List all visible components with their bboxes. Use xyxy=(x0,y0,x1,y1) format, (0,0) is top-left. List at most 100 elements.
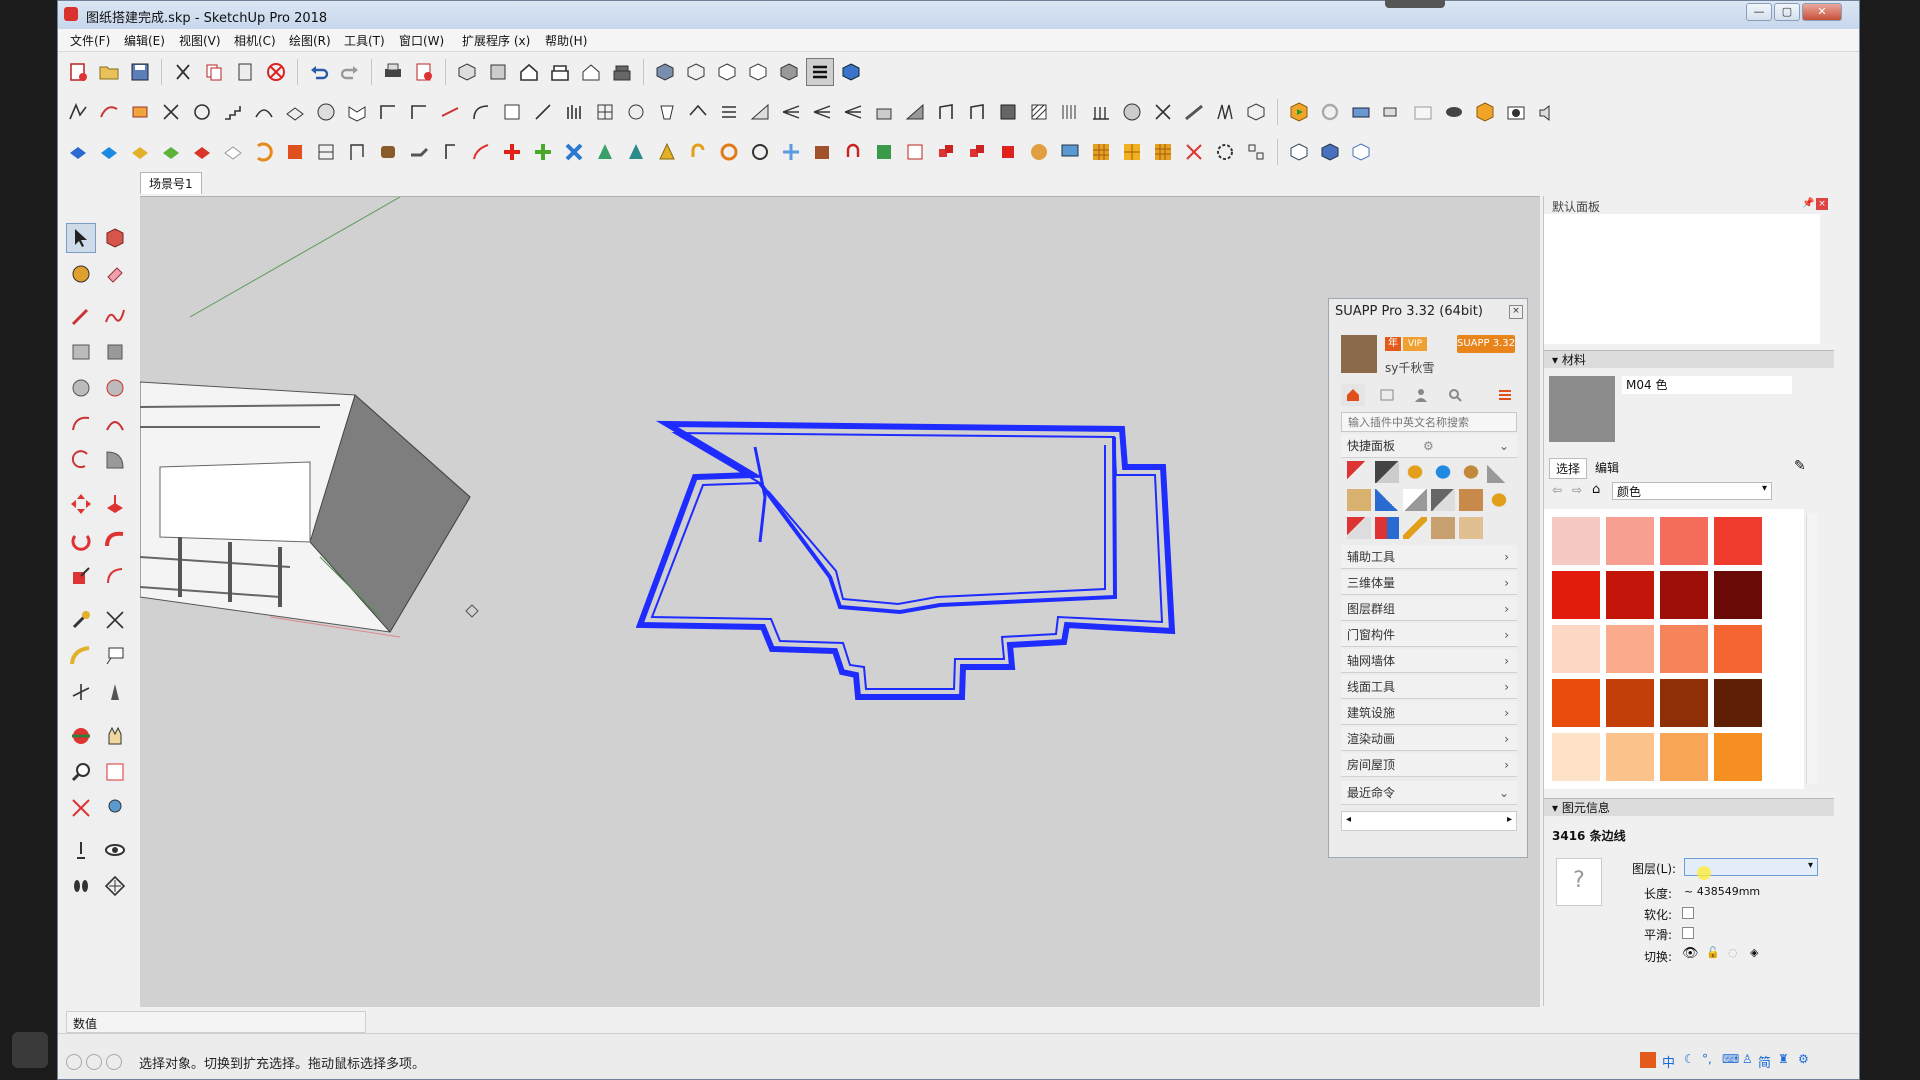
back-view-icon[interactable] xyxy=(577,58,605,86)
line-tool-icon[interactable] xyxy=(374,98,402,126)
sound-icon[interactable] xyxy=(1533,98,1561,126)
paste-icon[interactable] xyxy=(231,58,259,86)
lines-icon[interactable] xyxy=(1056,98,1084,126)
swatch-8[interactable] xyxy=(1552,625,1600,673)
suapp-menu-layer-group[interactable]: 图层群组 › xyxy=(1341,597,1517,621)
tape-measure-icon[interactable] xyxy=(66,605,96,635)
suapp-menu-recent[interactable]: 最近命令 ⌄ xyxy=(1341,781,1517,805)
swatch-18[interactable] xyxy=(1660,733,1708,781)
forward-arrow-icon[interactable]: ⇨ xyxy=(1572,483,1582,497)
sphere-icon[interactable] xyxy=(312,98,340,126)
orange-knot-icon[interactable] xyxy=(715,138,743,166)
terrain-icon[interactable] xyxy=(870,98,898,126)
suapp-menu-room-roof[interactable]: 房间屋顶 › xyxy=(1341,753,1517,777)
previous-view-icon[interactable] xyxy=(100,793,130,823)
swatch-0[interactable] xyxy=(1552,517,1600,565)
green-plus-icon[interactable] xyxy=(529,138,557,166)
search-icon[interactable] xyxy=(1443,384,1467,406)
swatch-7[interactable] xyxy=(1714,571,1762,619)
orange-arc-icon[interactable] xyxy=(250,138,278,166)
rectangle-tool-icon[interactable] xyxy=(66,337,96,367)
quick-tool-3-icon[interactable] xyxy=(1403,461,1427,483)
scissor-icon[interactable] xyxy=(157,98,185,126)
ime-chinese-mode[interactable]: 中 xyxy=(1662,1052,1675,1071)
swatch-3[interactable] xyxy=(1714,517,1762,565)
suapp-menu-3d-mass[interactable]: 三维体量 › xyxy=(1341,571,1517,595)
green-plane-icon[interactable] xyxy=(157,138,185,166)
menu-file[interactable]: 文件(F) xyxy=(70,32,110,49)
tab-edit[interactable]: 编辑 xyxy=(1589,458,1625,477)
hand-icon[interactable] xyxy=(622,98,650,126)
green-shape-icon[interactable] xyxy=(870,138,898,166)
material-name-field[interactable]: M04 色 xyxy=(1622,376,1792,394)
left-view-icon[interactable] xyxy=(608,58,636,86)
iso-view-icon[interactable] xyxy=(453,58,481,86)
section-plane-icon[interactable] xyxy=(1285,138,1313,166)
shaded-style-icon[interactable] xyxy=(744,58,772,86)
fan3-icon[interactable] xyxy=(839,98,867,126)
gear-shape-icon[interactable] xyxy=(188,98,216,126)
scroll-right-icon[interactable]: ▸ xyxy=(1507,814,1512,825)
home-icon[interactable] xyxy=(1341,384,1365,406)
frame2-icon[interactable] xyxy=(963,98,991,126)
orbit-tool-icon[interactable] xyxy=(66,721,96,751)
cut-icon[interactable] xyxy=(169,58,197,86)
zoom-tool-icon[interactable] xyxy=(66,757,96,787)
yellow-grid-icon[interactable] xyxy=(1087,138,1115,166)
section-display-icon[interactable] xyxy=(1316,138,1344,166)
cube-outline-icon[interactable] xyxy=(1242,98,1270,126)
maximize-button[interactable]: ▢ xyxy=(1774,3,1800,21)
rotated-rectangle-icon[interactable] xyxy=(100,337,130,367)
new-file-icon[interactable] xyxy=(64,58,92,86)
receive-shadow-icon[interactable]: ◈ xyxy=(1750,946,1758,959)
tab-select[interactable]: 选择 xyxy=(1549,458,1588,479)
lock-icon[interactable]: 🔓 xyxy=(1706,946,1720,959)
shirt-icon[interactable]: ♜ xyxy=(1778,1052,1789,1066)
swatch-2[interactable] xyxy=(1660,517,1708,565)
swatch-14[interactable] xyxy=(1660,679,1708,727)
fillet-icon[interactable] xyxy=(467,98,495,126)
u-turn-icon[interactable] xyxy=(839,138,867,166)
suapp-recent-scrollbar[interactable]: ◂ ▸ xyxy=(1341,811,1517,831)
white-plane-icon[interactable] xyxy=(219,138,247,166)
model-info-icon[interactable] xyxy=(410,58,438,86)
moon-icon[interactable]: ☾ xyxy=(1684,1052,1695,1066)
swatch-13[interactable] xyxy=(1606,679,1654,727)
scroll-left-icon[interactable]: ◂ xyxy=(1346,814,1351,825)
text-tool-icon[interactable] xyxy=(100,641,130,671)
xray-style-icon[interactable] xyxy=(651,58,679,86)
twist-icon[interactable] xyxy=(1149,98,1177,126)
red-cubes2-icon[interactable] xyxy=(963,138,991,166)
teal-cone-icon[interactable] xyxy=(622,138,650,166)
soften-checkbox[interactable] xyxy=(1682,907,1694,919)
front-view-icon[interactable] xyxy=(515,58,543,86)
scene-tab[interactable]: 场景号1 xyxy=(140,172,202,194)
swatch-5[interactable] xyxy=(1606,571,1654,619)
loop-icon[interactable] xyxy=(746,138,774,166)
right-view-icon[interactable] xyxy=(546,58,574,86)
red-curve-icon[interactable] xyxy=(467,138,495,166)
palette-icon[interactable] xyxy=(1025,138,1053,166)
quick-tool-2-icon[interactable] xyxy=(1375,461,1399,483)
move-tool-icon[interactable] xyxy=(66,489,96,519)
quick-tool-16-icon[interactable] xyxy=(1431,517,1455,539)
quick-tool-7-icon[interactable] xyxy=(1347,489,1371,511)
offset-tool-icon[interactable] xyxy=(100,561,130,591)
blue-cross-icon[interactable] xyxy=(560,138,588,166)
push-pull-icon[interactable] xyxy=(100,489,130,519)
freehand-icon[interactable] xyxy=(100,301,130,331)
back-arrow-icon[interactable]: ⇦ xyxy=(1552,483,1562,497)
blue-star-icon[interactable] xyxy=(777,138,805,166)
circle-tool-icon[interactable] xyxy=(66,373,96,403)
quick-tool-10-icon[interactable] xyxy=(1431,489,1455,511)
extend-line-icon[interactable] xyxy=(436,98,464,126)
pan-hand-icon[interactable] xyxy=(100,721,130,751)
wall-icon[interactable] xyxy=(994,98,1022,126)
fold-icon[interactable] xyxy=(343,98,371,126)
zoom-extents-icon[interactable] xyxy=(66,793,96,823)
quick-tool-12-icon[interactable] xyxy=(1487,489,1511,511)
swatch-10[interactable] xyxy=(1660,625,1708,673)
door-frame-icon[interactable] xyxy=(343,138,371,166)
quick-tool-17-icon[interactable] xyxy=(1459,517,1483,539)
shadow-icon[interactable]: ◌ xyxy=(1728,946,1738,959)
